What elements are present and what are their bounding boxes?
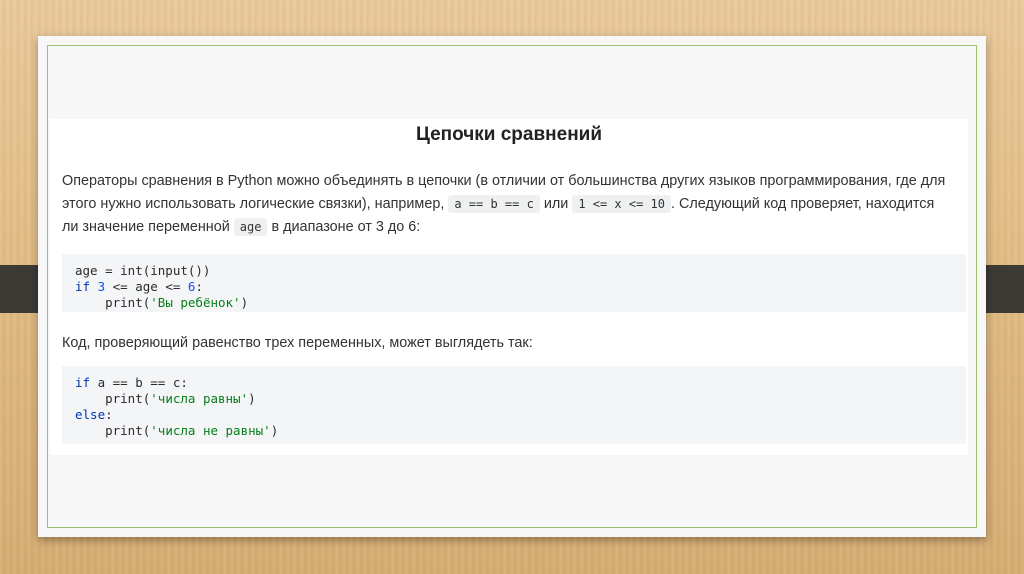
intro-text: этого нужно использовать логические связ… <box>62 196 449 212</box>
intro-text: ли значение переменной <box>62 219 234 235</box>
code-number: 3 <box>97 279 106 294</box>
code-keyword: if <box>75 375 91 390</box>
code-string: 'Вы ребёнок' <box>150 295 241 310</box>
code-keyword: if <box>75 279 91 294</box>
page-title: Цепочки сравнений <box>415 124 603 145</box>
code-block-age: age = int(input()) if 3 <= age <= 6: pri… <box>62 254 966 312</box>
code-text: : <box>195 279 203 294</box>
code-keyword: else <box>75 407 106 422</box>
code-text: print( <box>75 391 151 406</box>
code-line: age = int(input()) <box>75 263 211 278</box>
code-line: if a == b == c: <box>75 375 953 391</box>
intro-text: в диапазоне от 3 до 6: <box>267 219 421 235</box>
code-text: a == b == c: <box>90 375 188 390</box>
code-line: print('Вы ребёнок') <box>75 295 953 311</box>
code-text: print( <box>75 423 151 438</box>
code-string: 'числа равны' <box>150 391 249 406</box>
intro-text: . Следующий код проверяет, находится <box>671 196 935 212</box>
inline-code: 1 <= x <= 10 <box>572 195 672 213</box>
code-block-equality: if a == b == c: print('числа равны') els… <box>62 366 966 444</box>
code-string: 'числа не равны' <box>150 423 271 438</box>
intro-paragraph: Операторы сравнения в Python можно объед… <box>62 170 962 239</box>
inline-code: age <box>233 218 268 236</box>
intro-text: или <box>539 196 573 212</box>
code-text: ) <box>240 295 249 310</box>
code-line: if 3 <= age <= 6: <box>75 279 953 295</box>
code-line: print('числа не равны') <box>75 423 953 439</box>
code-line: print('числа равны') <box>75 391 953 407</box>
code-text: ) <box>270 423 279 438</box>
code-line: else: <box>75 407 953 423</box>
equality-paragraph: Код, проверяющий равенство трех переменн… <box>62 335 533 351</box>
content-panel: Цепочки сравнений Операторы сравнения в … <box>50 119 968 455</box>
code-text: <= age <= <box>105 279 188 294</box>
code-text: print( <box>75 295 151 310</box>
code-text: : <box>105 407 113 422</box>
code-text: ) <box>248 391 256 406</box>
intro-text: Операторы сравнения в Python можно объед… <box>62 173 946 189</box>
inline-code: a == b == c <box>448 195 540 213</box>
